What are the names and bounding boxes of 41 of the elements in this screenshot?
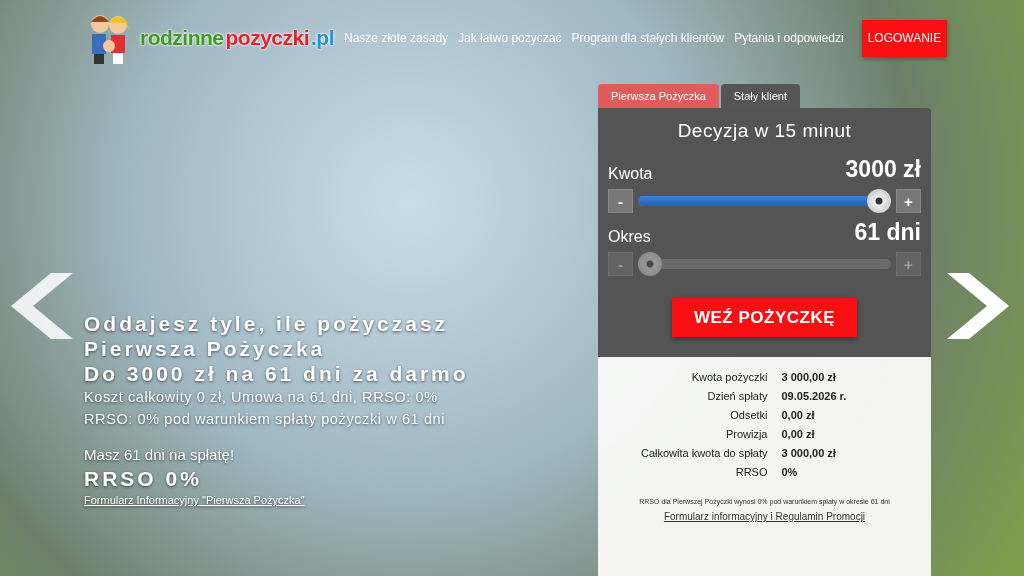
take-loan-button[interactable]: WEŹ POŻYCZKĘ <box>672 298 857 337</box>
nav-link[interactable]: Jak łatwo pożyczać <box>458 31 562 45</box>
calculator-tab[interactable]: Stały klient <box>720 84 800 108</box>
slider-reading: 3000 zł <box>845 156 921 183</box>
plus-button[interactable]: + <box>896 189 921 213</box>
summary-value: 3 000,00 zł <box>781 371 837 383</box>
rrso-text: RRSO 0% <box>84 466 203 491</box>
calculator-title: Decyzja w 15 minut <box>676 120 853 142</box>
headline: Oddajesz tyle, ile pożyczasz <box>84 311 450 336</box>
nav-link[interactable]: Pytania i odpowiedzi <box>734 31 844 45</box>
detail-text: Koszt całkowity 0 zł, Umowa na 61 dni, RRSO: 0% <box>84 388 439 407</box>
subtitle: Pierwsza Pożyczka <box>84 336 327 361</box>
summary-value: 0% <box>781 466 799 478</box>
detail-text: RRSO: 0% pod warunkiem spłaty pożyczki w 61 dni <box>84 410 447 429</box>
summary-value: 09.05.2026 r. <box>781 390 848 402</box>
chevron-right-icon[interactable] <box>946 273 1009 339</box>
summary-label: Całkowita kwota do spłaty <box>639 447 768 459</box>
summary-label: Dzień spłaty <box>706 390 768 402</box>
form-link[interactable]: Formularz Informacyjny "Pierwsza Pożyczka" <box>84 494 598 506</box>
summary-label: Odsetki <box>729 409 768 421</box>
minus-button[interactable]: - <box>608 189 633 213</box>
summary-value: 0,00 zł <box>781 428 816 440</box>
note-text: Masz 61 dni na spłatę! <box>84 445 236 465</box>
nav-link[interactable]: Program dla stałych klientów <box>571 31 725 45</box>
summary-label: Prowizja <box>724 428 768 440</box>
slider-reading: 61 dni <box>854 219 921 246</box>
terms-link[interactable]: Formularz informacyjny i Regulamin Promocji <box>663 511 866 522</box>
login-button[interactable]: LOGOWANIE <box>861 19 948 57</box>
slider-label: Okres <box>608 228 651 246</box>
slider-thumb[interactable] <box>867 189 891 213</box>
summary-value: 3 000,00 zł <box>781 447 837 459</box>
logo-text: pozyczki <box>225 26 310 50</box>
logo-text: rodzinne <box>140 26 224 50</box>
slider-label: Kwota <box>608 165 653 183</box>
calculator-tab[interactable]: Pierwsza Pożyczka <box>598 84 719 108</box>
summary-value: 0,00 zł <box>781 409 816 421</box>
offer-text: Do 3000 zł na 61 dni za darmo <box>84 361 470 386</box>
summary-label: Kwota pożyczki <box>690 371 768 383</box>
chevron-left-icon[interactable] <box>11 273 73 339</box>
logo-text: .pl <box>311 26 335 50</box>
summary-label: RRSO <box>734 466 768 478</box>
